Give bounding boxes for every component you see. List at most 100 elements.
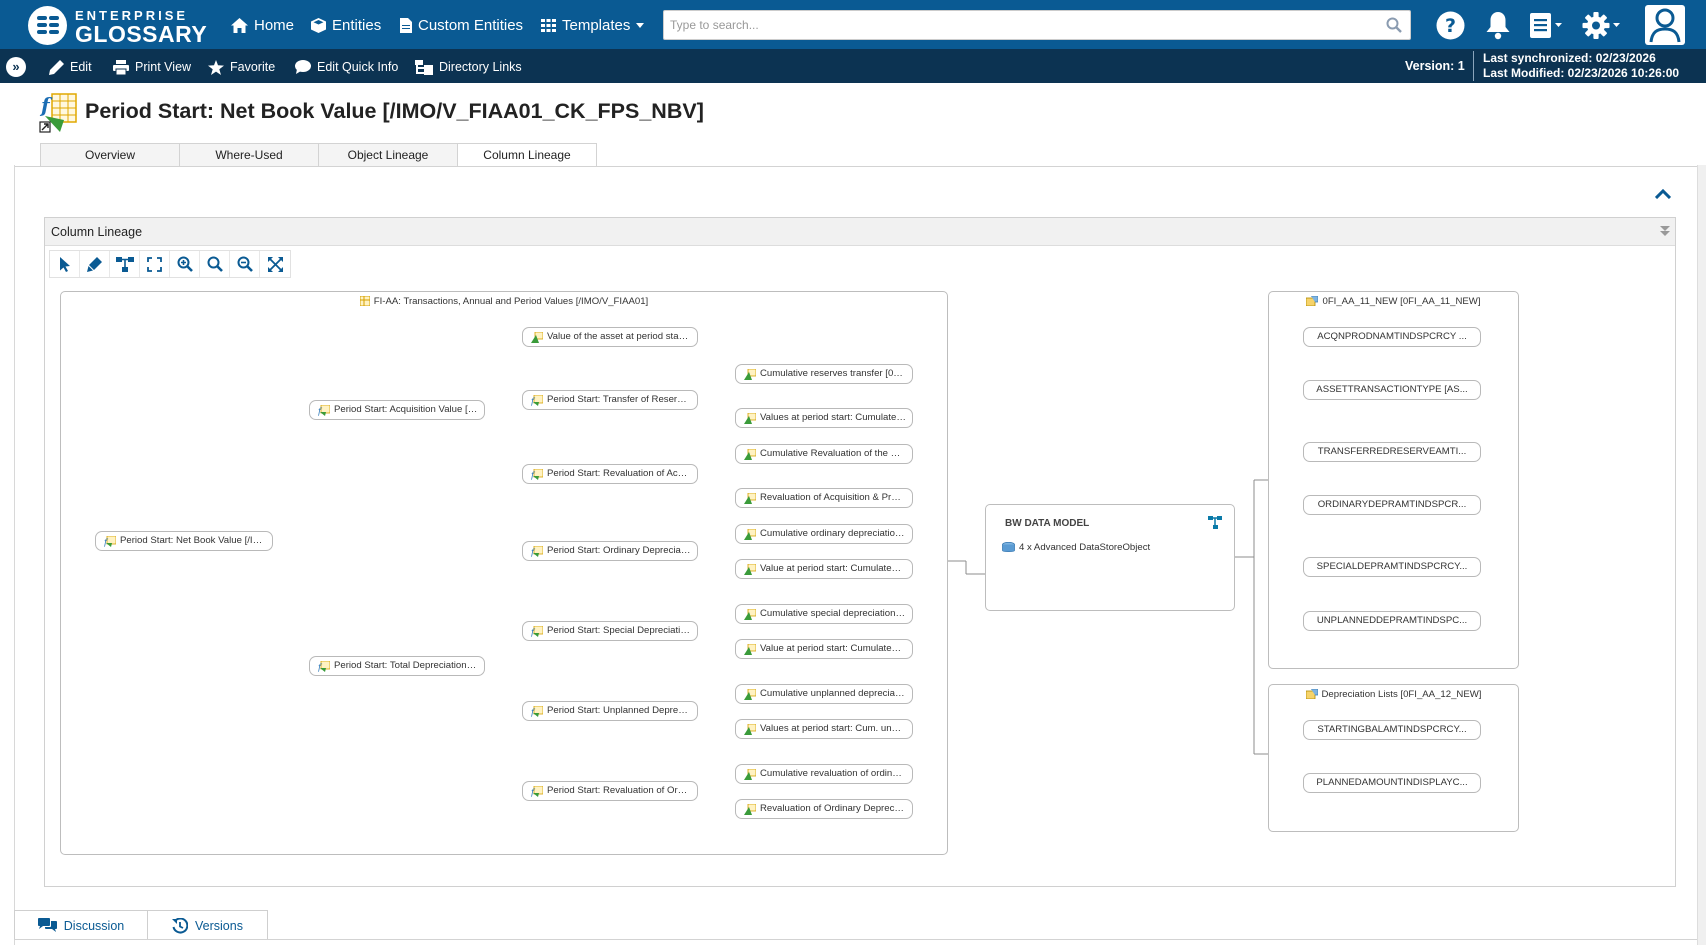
expand-sidebar-button[interactable]: » (6, 57, 26, 77)
node-label: Cumulative ordinary depreciation ... (760, 528, 911, 539)
last-modified: Last Modified: 02/23/2026 10:26:00 (1483, 66, 1680, 80)
tab-versions-label: Versions (195, 918, 243, 933)
tab-discussion[interactable]: Discussion (14, 910, 148, 940)
tab-where-used[interactable]: Where-Used (179, 143, 319, 166)
model-network-icon[interactable] (1208, 516, 1222, 529)
bw-data-model-title: BW DATA MODEL (1005, 518, 1090, 529)
directory-links-label: Directory Links (439, 60, 522, 74)
target-field-node[interactable]: PLANNEDAMOUNTINDISPLAYC... (1303, 773, 1481, 793)
target-field-node[interactable]: UNPLANNEDDEPRAMTINDSPC... (1303, 611, 1481, 631)
caret-down-icon (636, 22, 645, 28)
nav-home[interactable]: Home (231, 15, 294, 35)
user-avatar[interactable] (1645, 5, 1685, 45)
lineage-node-level3[interactable]: Cumulative unplanned depreciati... (735, 684, 913, 704)
home-icon (231, 17, 248, 33)
lineage-node-level2[interactable]: f Period Start: Special Depreciatio... (522, 621, 698, 641)
lineage-node-level3[interactable]: Value at period start: Cumulated ... (735, 639, 913, 659)
target-field-node[interactable]: ACQNPRODNAMTINDSPCRCY ... (1303, 327, 1481, 347)
bw-data-model-item[interactable]: 4 x Advanced DataStoreObject (1002, 542, 1150, 553)
entity-toolbar: » Edit Print View Favorite Edit Quick In… (0, 49, 1706, 83)
page-title: Period Start: Net Book Value [/IMO/V_FIA… (85, 99, 704, 123)
field-icon (744, 644, 756, 655)
nav-custom-entities-label: Custom Entities (418, 16, 524, 34)
lineage-node-level3[interactable]: Revaluation of Acquisition & Prod... (735, 488, 913, 508)
nav-custom-entities[interactable]: Custom Entities (400, 15, 523, 35)
sitemap-icon (415, 59, 433, 75)
nav-entities[interactable]: Entities (311, 15, 381, 35)
key-figure-icon: f (531, 626, 543, 637)
print-view-label: Print View (135, 60, 192, 74)
target-field-node[interactable]: TRANSFERREDRESERVEAMTI... (1303, 442, 1481, 462)
target-group-1-name: 0FI_AA_11_NEW [0FI_AA_11_NEW] (1322, 296, 1481, 307)
lineage-node-level2[interactable]: f Period Start: Ordinary Depreciati... (522, 541, 698, 561)
key-figure-icon: f (531, 706, 543, 717)
lineage-node-level2[interactable]: f Period Start: Unplanned Deprecia... (522, 701, 698, 721)
app-logo[interactable]: ENTERPRISE GLOSSARY (28, 5, 207, 47)
tab-column-lineage[interactable]: Column Lineage (457, 143, 597, 167)
lineage-node-level3[interactable]: Revaluation of Ordinary Deprecia... (735, 799, 913, 819)
nav-templates-label: Templates (562, 16, 631, 34)
notifications-button[interactable] (1485, 9, 1511, 41)
target-field-node[interactable]: ASSETTRANSACTIONTYPE [AS... (1303, 380, 1481, 400)
datasource-icon (1306, 296, 1319, 306)
node-label: Period Start: Ordinary Depreciati... (547, 545, 694, 556)
field-icon (744, 724, 756, 735)
field-icon (744, 413, 756, 424)
lineage-node-level2[interactable]: f Period Start: Revaluation of Acqui... (522, 464, 698, 484)
field-icon (744, 449, 756, 460)
lineage-node-level3[interactable]: Cumulative special depreciation [... (735, 604, 913, 624)
node-label: Value of the asset at period start [... (547, 331, 698, 342)
tab-object-lineage[interactable]: Object Lineage (318, 143, 458, 166)
lineage-node-level3[interactable]: Values at period start: Cumulated... (735, 408, 913, 428)
bw-data-model-box[interactable]: BW DATA MODEL 4 x Advanced DataStoreObje… (985, 504, 1235, 611)
search-input[interactable] (664, 11, 1364, 39)
last-synchronized: Last synchronized: 02/23/2026 (1483, 51, 1656, 65)
pencil-icon (49, 59, 64, 75)
lineage-node-level2[interactable]: f Period Start: Revaluation of Ordin... (522, 781, 698, 801)
cube-icon (311, 17, 326, 33)
bw-data-model-item-label: 4 x Advanced DataStoreObject (1019, 542, 1151, 553)
lineage-node-level3[interactable]: Values at period start: Cum. unpl... (735, 719, 913, 739)
edit-button[interactable]: Edit (49, 58, 92, 76)
target-field-node[interactable]: SPECIALDEPRAMTINDSPCRCY... (1303, 557, 1481, 577)
target-field-node[interactable]: STARTINGBALAMTINDSPCRCY... (1303, 720, 1481, 740)
settings-menu-button[interactable] (1582, 9, 1624, 41)
source-group-name: FI-AA: Transactions, Annual and Period V… (373, 296, 649, 307)
target-field-node[interactable]: ORDINARYDEPRAMTINDSPCR... (1303, 495, 1481, 515)
directory-links-button[interactable]: Directory Links (415, 58, 522, 76)
nav-templates[interactable]: Templates (541, 15, 645, 35)
tab-versions[interactable]: Versions (147, 910, 268, 940)
nav-home-label: Home (254, 16, 295, 34)
comment-icon (295, 60, 311, 74)
page-scrollbar[interactable] (1697, 165, 1706, 945)
star-icon (208, 59, 224, 75)
node-label: Cumulative special depreciation [... (760, 608, 909, 619)
search-icon[interactable] (1386, 17, 1402, 33)
lineage-node-level3[interactable]: Cumulative revaluation of ordinar... (735, 764, 913, 784)
favorite-button[interactable]: Favorite (208, 58, 275, 76)
node-label: Values at period start: Cumulated... (760, 412, 910, 423)
lineage-node-level1[interactable]: f Period Start: Total Depreciation [/I... (309, 656, 485, 676)
lineage-node-level1[interactable]: f Period Start: Acquisition Value [/I... (309, 400, 485, 420)
lineage-node-level3[interactable]: Cumulative Revaluation of the Re... (735, 444, 913, 464)
lineage-node-level3[interactable]: Value at period start: Cumulated ... (735, 559, 913, 579)
field-icon (744, 493, 756, 504)
chevron-up-icon[interactable] (1655, 189, 1671, 199)
edit-quick-info-label: Edit Quick Info (317, 60, 399, 74)
tab-overview[interactable]: Overview (40, 143, 180, 166)
help-button[interactable]: ? (1436, 9, 1465, 41)
reports-menu-button[interactable] (1529, 9, 1565, 41)
lineage-node-level2[interactable]: Value of the asset at period start [... (522, 327, 698, 347)
lineage-node-root[interactable]: f Period Start: Net Book Value [/IM... (95, 531, 273, 551)
lineage-diagram: FI-AA: Transactions, Annual and Period V… (45, 218, 1677, 888)
lineage-node-level3[interactable]: Cumulative ordinary depreciation ... (735, 524, 913, 544)
print-view-button[interactable]: Print View (113, 58, 191, 76)
svg-text:?: ? (1445, 15, 1456, 37)
target-group-2-label: Depreciation Lists [0FI_AA_12_NEW] (1269, 689, 1518, 700)
lineage-node-level3[interactable]: Cumulative reserves transfer [0C... (735, 364, 913, 384)
node-label: Cumulative unplanned depreciati... (760, 688, 908, 699)
edit-quick-info-button[interactable]: Edit Quick Info (295, 58, 398, 76)
lineage-node-level2[interactable]: f Period Start: Transfer of Reserve... (522, 390, 698, 410)
node-label: Period Start: Acquisition Value [/I... (334, 404, 482, 415)
target-group-0fi-aa-12[interactable]: Depreciation Lists [0FI_AA_12_NEW] (1268, 684, 1519, 832)
